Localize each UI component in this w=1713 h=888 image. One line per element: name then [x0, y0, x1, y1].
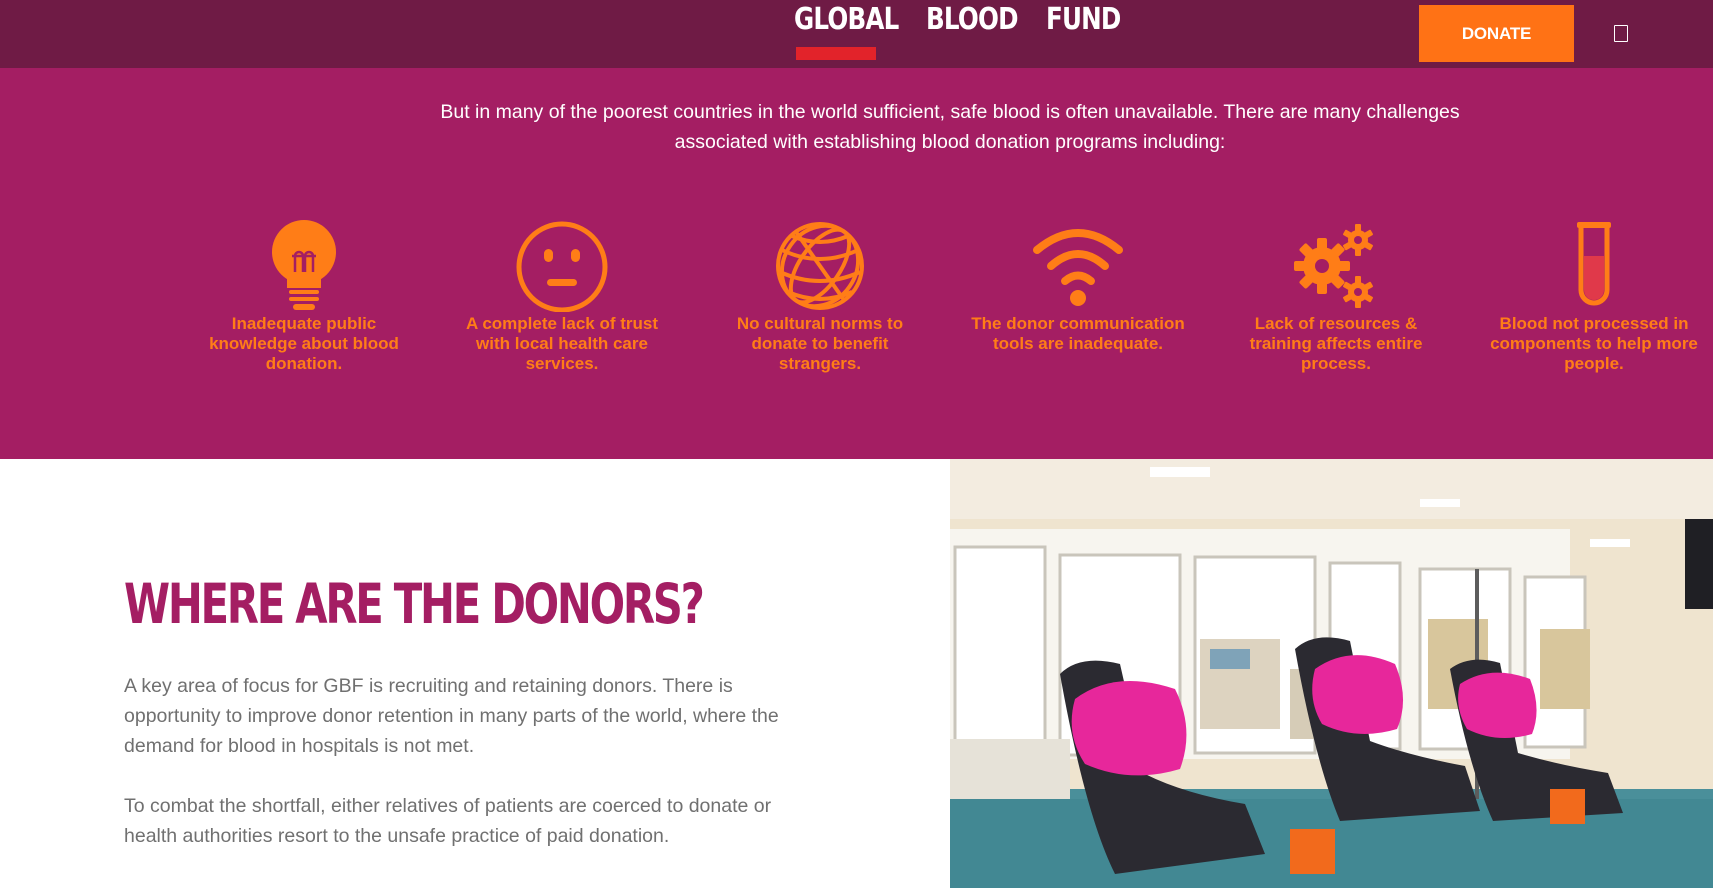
challenge-item: A complete lack of trust with local heal…	[452, 220, 672, 374]
logo-underline	[796, 47, 876, 60]
challenge-label: Lack of resources & training affects ent…	[1249, 314, 1423, 373]
donate-button[interactable]: DONATE	[1419, 5, 1574, 62]
globe-icon	[776, 222, 864, 310]
donors-heading: WHERE ARE THE DONORS?	[124, 572, 705, 636]
lightbulb-icon	[272, 220, 336, 310]
site-header: GLOBAL BLOOD FUND DONATE	[0, 0, 1713, 68]
test-tube-icon	[1577, 222, 1611, 306]
logo-word-fund: FUND	[1046, 2, 1121, 37]
logo-word-global: GLOBAL	[794, 2, 899, 37]
challenge-label: A complete lack of trust with local heal…	[465, 314, 659, 373]
challenges-section: But in many of the poorest countries in …	[0, 68, 1713, 459]
challenge-label: Blood not processed in components to hel…	[1490, 314, 1698, 373]
challenge-item: Blood not processed in components to hel…	[1484, 220, 1704, 374]
challenge-item: The donor communication tools are inadeq…	[968, 220, 1188, 354]
logo-word-blood: BLOOD	[926, 2, 1019, 37]
challenge-label: Inadequate public knowledge about blood …	[209, 314, 399, 373]
challenge-item: Inadequate public knowledge about blood …	[194, 220, 414, 374]
challenges-intro: But in many of the poorest countries in …	[440, 101, 1460, 153]
wifi-icon	[1033, 229, 1123, 306]
menu-icon[interactable]	[1614, 25, 1628, 42]
donors-paragraph: A key area of focus for GBF is recruitin…	[124, 675, 779, 757]
challenge-item: Lack of resources & training affects ent…	[1226, 220, 1446, 374]
challenge-label: No cultural norms to donate to benefit s…	[736, 314, 904, 373]
challenge-item: No cultural norms to donate to benefit s…	[710, 220, 930, 374]
gears-icon	[1294, 224, 1373, 308]
donation-room-photo	[950, 459, 1713, 888]
donors-paragraph: To combat the shortfall, either relative…	[124, 795, 772, 847]
challenge-label: The donor communication tools are inadeq…	[971, 314, 1185, 353]
neutral-face-icon	[516, 221, 608, 312]
